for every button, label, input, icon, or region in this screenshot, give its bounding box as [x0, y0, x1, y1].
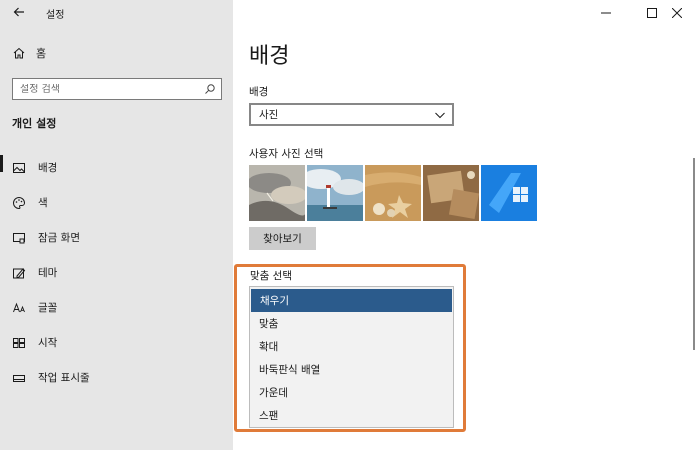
- browse-button[interactable]: 찾아보기: [249, 227, 316, 250]
- app-title: 설정: [46, 10, 65, 21]
- search-icon[interactable]: [204, 83, 216, 95]
- sidebar-item-label: 잠금 화면: [38, 232, 80, 244]
- sidebar-item-theme[interactable]: 테마: [0, 255, 233, 290]
- sidebar-item-start[interactable]: 시작: [0, 325, 233, 360]
- back-arrow-icon[interactable]: [12, 5, 26, 19]
- fit-option[interactable]: 스팬: [250, 404, 453, 427]
- background-select[interactable]: 사진: [249, 103, 454, 126]
- photo-thumbnail[interactable]: [365, 165, 421, 221]
- background-select-value: 사진: [259, 109, 279, 121]
- chevron-down-icon: [434, 109, 446, 121]
- fit-option[interactable]: 채우기: [251, 289, 452, 312]
- sidebar-item-background[interactable]: 배경: [0, 150, 233, 185]
- fit-option[interactable]: 확대: [250, 335, 453, 358]
- search-input[interactable]: [20, 83, 195, 95]
- sidebar-item-label: 작업 표시줄: [38, 372, 90, 384]
- photo-thumbnail[interactable]: [307, 165, 363, 221]
- search-box[interactable]: [12, 78, 222, 100]
- picture-icon: [12, 161, 26, 175]
- sidebar-item-label: 글꼴: [38, 302, 58, 314]
- home-icon: [12, 46, 26, 60]
- photo-thumbnails: [249, 165, 537, 221]
- photo-thumbnail[interactable]: [423, 165, 479, 221]
- fit-dropdown-list: 채우기 맞춤 확대 바둑판식 배열 가운데 스팬: [249, 286, 454, 428]
- sidebar-item-label: 색: [38, 197, 48, 209]
- nav-home-label: 홈: [36, 47, 47, 60]
- fit-option[interactable]: 바둑판식 배열: [250, 358, 453, 381]
- background-label: 배경: [249, 86, 269, 98]
- titlebar-left: 설정: [0, 0, 233, 26]
- section-title: 개인 설정: [12, 117, 57, 130]
- theme-icon: [12, 266, 26, 280]
- palette-icon: [12, 196, 26, 210]
- sidebar-item-label: 배경: [38, 162, 58, 174]
- sidebar-item-font[interactable]: 글꼴: [0, 290, 233, 325]
- sidebar-item-label: 테마: [38, 267, 58, 279]
- fit-option[interactable]: 맞춤: [250, 312, 453, 335]
- taskbar-icon: [12, 371, 26, 385]
- sidebar-item-label: 시작: [38, 337, 58, 349]
- titlebar-right: [233, 0, 700, 26]
- page-title: 배경: [249, 44, 290, 69]
- sidebar: 설정 홈 개인 설정 배경 색 잠금 화면: [0, 0, 233, 450]
- nav-home[interactable]: 홈: [12, 44, 46, 62]
- fit-option[interactable]: 가운데: [250, 381, 453, 404]
- minimize-icon[interactable]: [583, 0, 629, 26]
- sidebar-item-color[interactable]: 색: [0, 185, 233, 220]
- nav-list: 배경 색 잠금 화면 테마 글꼴 시작 작업 표시줄: [0, 150, 233, 395]
- close-icon[interactable]: [654, 0, 700, 26]
- choose-photo-label: 사용자 사진 선택: [249, 148, 324, 160]
- font-icon: [12, 301, 26, 315]
- photo-thumbnail[interactable]: [481, 165, 537, 221]
- sidebar-item-taskbar[interactable]: 작업 표시줄: [0, 360, 233, 395]
- scrollbar[interactable]: [693, 158, 695, 350]
- lock-screen-icon: [12, 231, 26, 245]
- photo-thumbnail[interactable]: [249, 165, 305, 221]
- fit-label: 맞춤 선택: [250, 270, 292, 282]
- sidebar-item-lock-screen[interactable]: 잠금 화면: [0, 220, 233, 255]
- start-icon: [12, 336, 26, 350]
